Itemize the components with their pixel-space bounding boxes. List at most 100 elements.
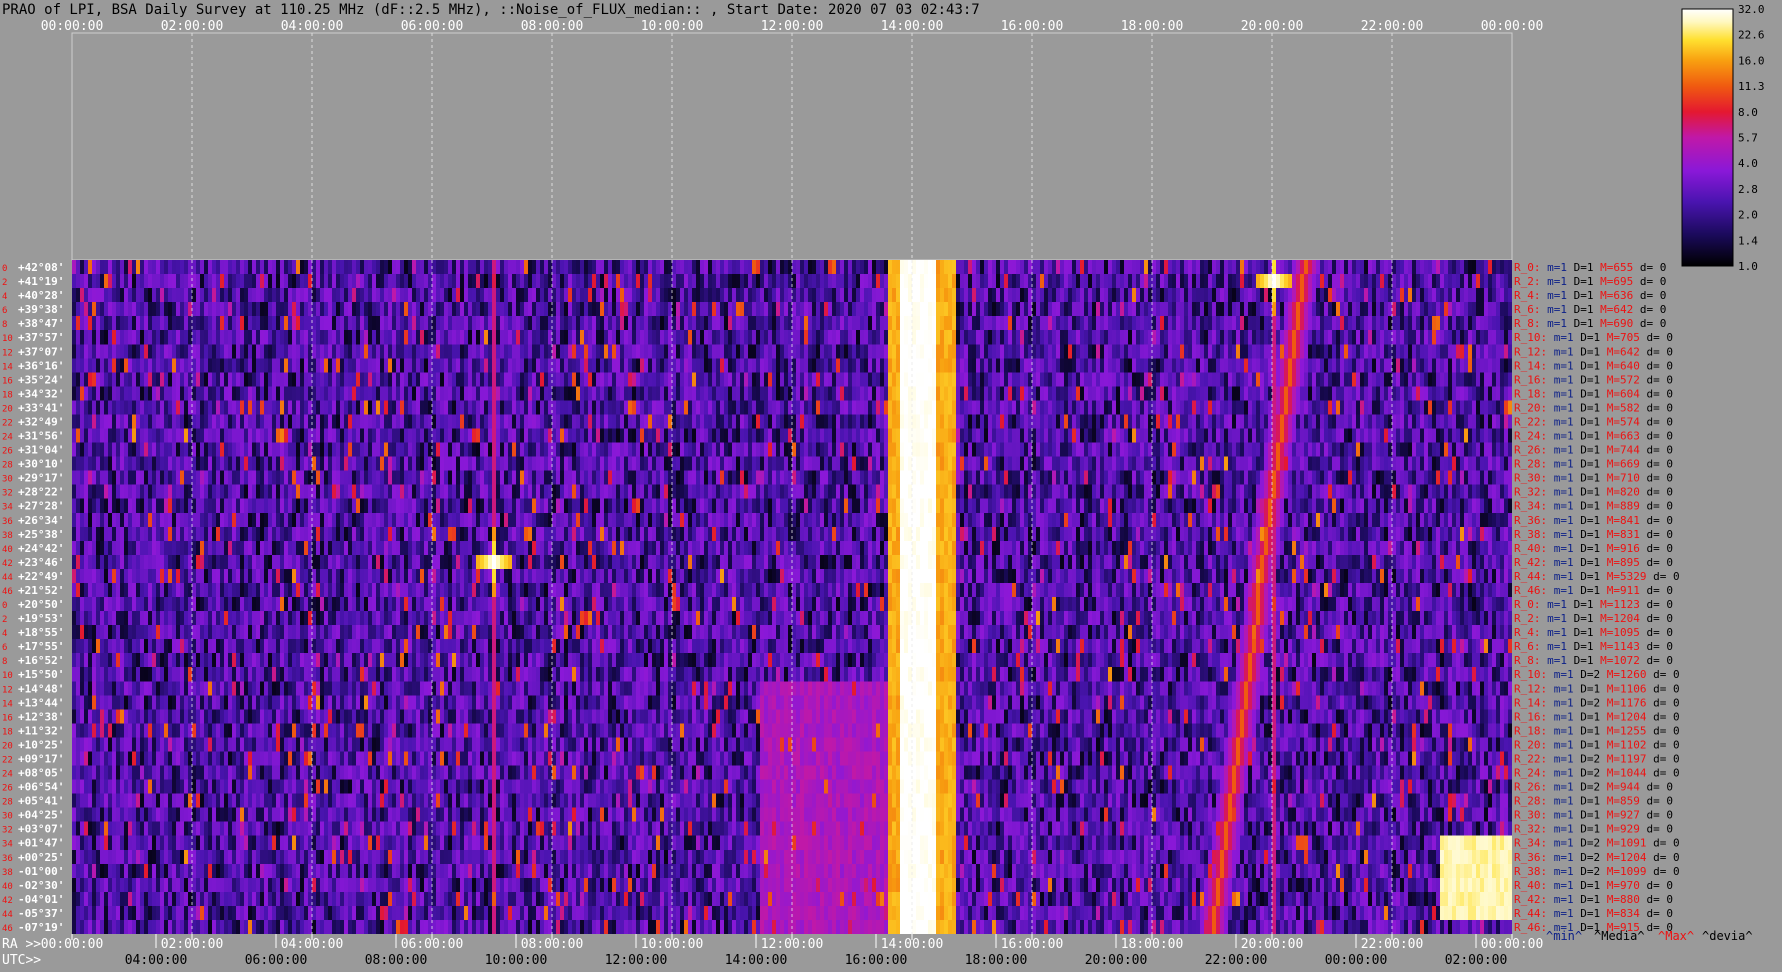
declination-label: +18°55': [18, 626, 64, 639]
stats-row: R_46: m=1 D=1 M=911 d= 0: [1514, 584, 1673, 597]
utc-tick-label: 16:00:00: [845, 953, 908, 968]
declination-label: +23°46': [18, 556, 64, 569]
colorbar-tick-label: 1.4: [1738, 234, 1758, 247]
row-index-label: 44: [2, 573, 13, 583]
heatmap-area: [72, 260, 1512, 934]
declination-label: +08°05': [18, 767, 64, 780]
utc-tick-label: 10:00:00: [485, 953, 548, 968]
row-index-label: 24: [2, 433, 13, 443]
declination-label: +17°55': [18, 640, 64, 653]
declination-label: +29°17': [18, 472, 64, 485]
stats-row: R_30: m=1 D=1 M=927 d= 0: [1514, 809, 1673, 822]
declination-label: +35°24': [18, 373, 64, 386]
stats-row: R_28: m=1 D=1 M=669 d= 0: [1514, 458, 1673, 471]
ra-tick-label: 00:00:00: [1481, 937, 1544, 952]
stats-row: R_2: m=1 D=1 M=695 d= 0: [1514, 275, 1666, 288]
legend-median: ^Media^: [1594, 929, 1645, 943]
row-index-label: 18: [2, 390, 13, 400]
row-index-label: 8: [2, 320, 7, 330]
top-tick-label: 22:00:00: [1361, 19, 1424, 34]
row-index-label: 10: [2, 334, 13, 344]
utc-axis-label: UTC>>: [2, 953, 41, 968]
stats-row: R_44: m=1 D=1 M=834 d= 0: [1514, 907, 1673, 920]
stats-row: R_0: m=1 D=1 M=655 d= 0: [1514, 261, 1666, 274]
stats-row: R_24: m=1 D=2 M=1044 d= 0: [1514, 767, 1680, 780]
row-index-label: 32: [2, 489, 13, 499]
row-index-label: 36: [2, 854, 13, 864]
colorbar-tick-label: 2.0: [1738, 209, 1758, 222]
row-index-label: 24: [2, 770, 13, 780]
stats-row: R_22: m=1 D=2 M=1197 d= 0: [1514, 752, 1680, 765]
row-index-label: 42: [2, 559, 13, 569]
row-index-label: 30: [2, 475, 13, 485]
row-index-label: 8: [2, 657, 7, 667]
row-index-label: 26: [2, 784, 13, 794]
declination-label: +31°56': [18, 430, 64, 443]
row-index-label: 10: [2, 671, 13, 681]
declination-label: +28°22': [18, 486, 64, 499]
stats-row: R_20: m=1 D=1 M=582 d= 0: [1514, 401, 1673, 414]
utc-tick-label: 18:00:00: [965, 953, 1028, 968]
stats-row: R_14: m=1 D=2 M=1176 d= 0: [1514, 696, 1680, 709]
row-index-label: 18: [2, 727, 13, 737]
top-tick-label: 18:00:00: [1121, 19, 1184, 34]
utc-tick-label: 00:00:00: [1325, 953, 1388, 968]
declination-label: +22°49': [18, 570, 64, 583]
utc-tick-label: 02:00:00: [1445, 953, 1508, 968]
declination-label: +06°54': [18, 781, 64, 794]
colorbar-tick-label: 32.0: [1738, 3, 1765, 16]
declination-label: +37°57': [18, 331, 64, 344]
row-index-label: 0: [2, 264, 7, 274]
utc-tick-label: 20:00:00: [1085, 953, 1148, 968]
ra-tick-label: 00:00:00: [41, 937, 104, 952]
row-index-label: 38: [2, 531, 13, 541]
row-index-label: 22: [2, 418, 13, 428]
row-index-label: 32: [2, 826, 13, 836]
colorbar-tick-label: 16.0: [1738, 54, 1765, 67]
stats-row: R_34: m=1 D=1 M=889 d= 0: [1514, 500, 1673, 513]
stats-row: R_18: m=1 D=1 M=1255 d= 0: [1514, 724, 1680, 737]
declination-label: +05°41': [18, 795, 64, 808]
stats-row: R_44: m=1 D=1 M=5329 d= 0: [1514, 570, 1680, 583]
row-index-label: 46: [2, 924, 13, 934]
top-tick-label: 06:00:00: [401, 19, 464, 34]
row-index-label: 28: [2, 798, 13, 808]
ra-tick-label: 08:00:00: [521, 937, 584, 952]
stats-row: R_38: m=1 D=1 M=831 d= 0: [1514, 528, 1673, 541]
top-tick-label: 00:00:00: [41, 19, 104, 34]
top-tick-label: 08:00:00: [521, 19, 584, 34]
top-tick-label: 10:00:00: [641, 19, 704, 34]
declination-label: +27°28': [18, 500, 64, 513]
ra-tick-label: 10:00:00: [641, 937, 704, 952]
top-tick-label: 00:00:00: [1481, 19, 1544, 34]
row-index-label: 20: [2, 741, 13, 751]
stats-row: R_20: m=1 D=1 M=1102 d= 0: [1514, 738, 1680, 751]
row-index-label: 16: [2, 376, 13, 386]
stats-row: R_40: m=1 D=1 M=916 d= 0: [1514, 542, 1673, 555]
row-index-label: 20: [2, 404, 13, 414]
utc-tick-label: 22:00:00: [1205, 953, 1268, 968]
declination-label: +12°38': [18, 710, 64, 723]
stats-row: R_12: m=1 D=1 M=1106 d= 0: [1514, 682, 1680, 695]
bottom-time-axis: RA >> UTC>> 00:00:00 02:00:00 04:00:00 06:0…: [2, 934, 1543, 968]
declination-label: +26°34': [18, 514, 64, 527]
stats-row: R_14: m=1 D=1 M=640 d= 0: [1514, 359, 1673, 372]
stats-row: R_32: m=1 D=1 M=929 d= 0: [1514, 823, 1673, 836]
row-index-label: 34: [2, 840, 13, 850]
declination-label: +33°41': [18, 401, 64, 414]
stats-row: R_8: m=1 D=1 M=1072 d= 0: [1514, 654, 1673, 667]
row-index-label: 36: [2, 517, 13, 527]
stats-row: R_16: m=1 D=1 M=1204 d= 0: [1514, 710, 1680, 723]
declination-axis: 0 +42°08' 2 +41°19' 4 +40°28' 6 +39°38' 8 +38°47'…: [2, 261, 64, 934]
declination-label: +36°16': [18, 359, 64, 372]
declination-label: +13°44': [18, 696, 64, 709]
stats-row: R_26: m=1 D=2 M=944 d= 0: [1514, 781, 1673, 794]
row-index-label: 26: [2, 447, 13, 457]
stats-row: R_30: m=1 D=1 M=710 d= 0: [1514, 472, 1673, 485]
row-index-label: 12: [2, 348, 13, 358]
declination-label: +40°28': [18, 289, 64, 302]
declination-label: +11°32': [18, 724, 64, 737]
ra-tick-label: 22:00:00: [1361, 937, 1424, 952]
declination-label: +31°04': [18, 444, 64, 457]
row-index-label: 40: [2, 545, 13, 555]
